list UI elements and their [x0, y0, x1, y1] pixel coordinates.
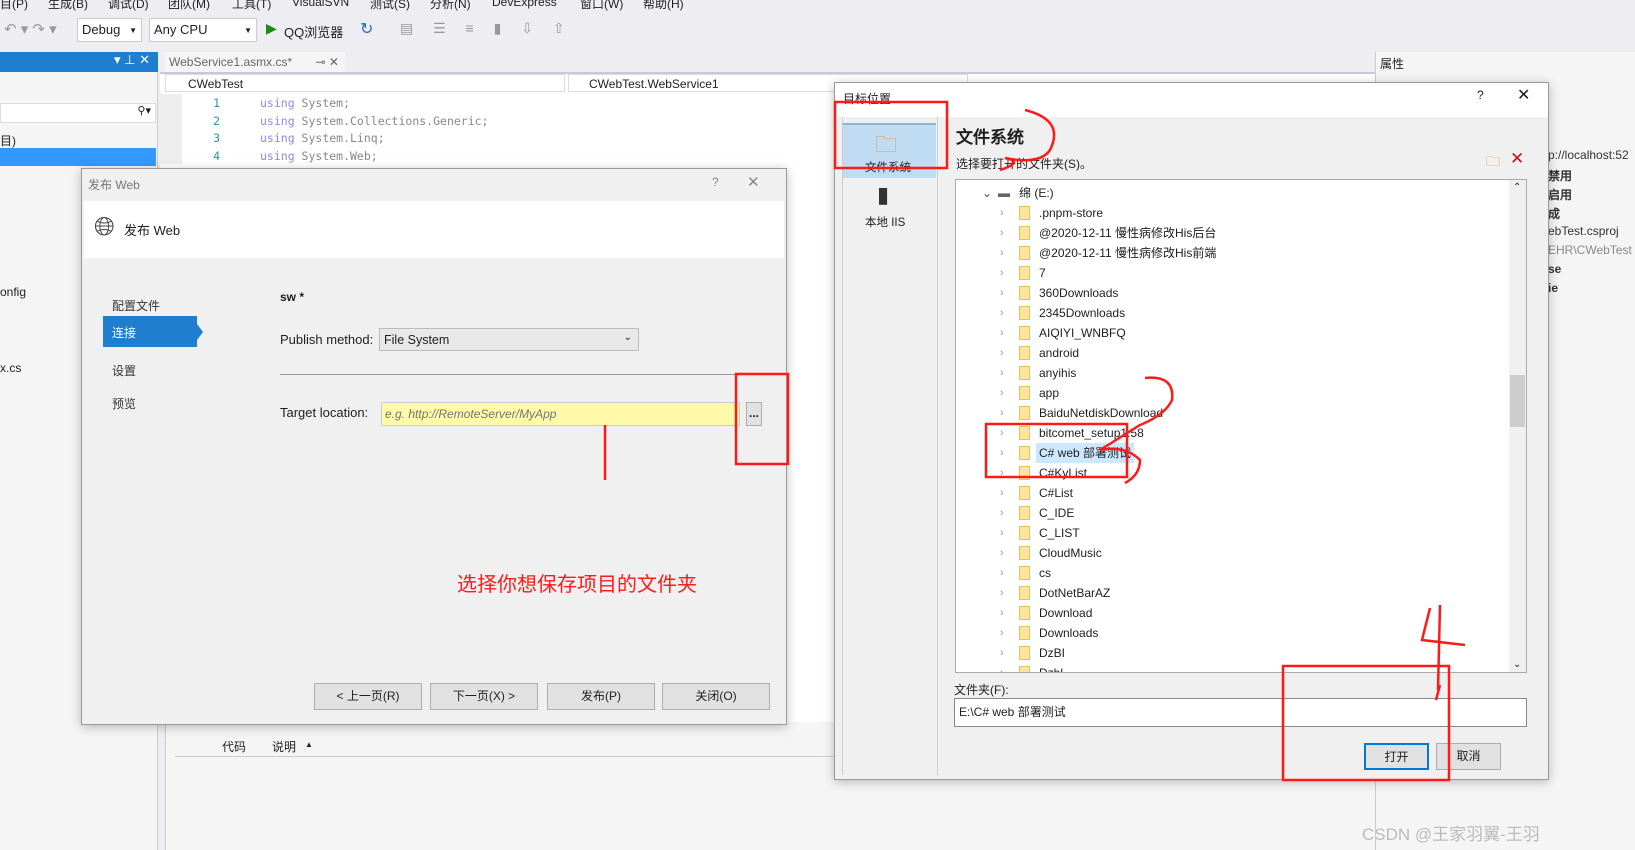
- annotation-number-4: [1420, 604, 1466, 701]
- annotations: [603, 100, 1466, 782]
- annotation-box-filesystem: [833, 100, 949, 170]
- annotation-number-3: [1099, 376, 1174, 485]
- annotation-number-2: [999, 108, 1056, 172]
- annotation-box-open: [1281, 664, 1451, 782]
- annotation-box-browse: [734, 372, 790, 466]
- annotation-box-folder: [984, 422, 1129, 479]
